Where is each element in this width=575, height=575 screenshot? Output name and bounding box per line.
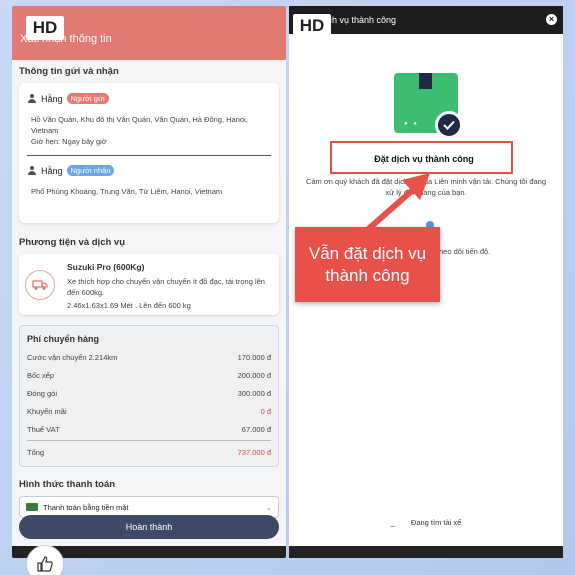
- send-receive-section-title: Thông tin gửi và nhận: [19, 66, 119, 77]
- bottom-bar: [289, 546, 563, 558]
- divider: [27, 440, 271, 441]
- left-screen: HD Xác nhận thông tin Thông tin gửi và n…: [12, 6, 286, 558]
- service-name: Suzuki Pro (600Kg): [67, 262, 145, 272]
- fee-value: 200.000 đ: [237, 370, 271, 380]
- sender-tag: Người gửi: [66, 93, 109, 104]
- payment-section-title: Hình thức thanh toán: [19, 479, 116, 490]
- payment-method-value: Thanh toán bằng tiền mặt: [43, 502, 129, 512]
- left-header: HD Xác nhận thông tin: [12, 6, 286, 60]
- service-desc: Xe thích hợp cho chuyển vận chuyển ít đồ…: [67, 277, 265, 297]
- fee-row: Bốc xếp 200.000 đ: [27, 366, 271, 384]
- address-card[interactable]: Hằng Người gửi Hồ Văn Quán, Khu đô thị V…: [19, 83, 279, 223]
- searching-driver-text: _ Đang tìm tài xế: [289, 518, 563, 527]
- chevron-down-icon: ⌄: [265, 502, 272, 512]
- fee-label: Bốc xếp: [27, 370, 55, 380]
- fee-row: Thuế VAT 67.000 đ: [27, 420, 271, 438]
- person-icon: [27, 165, 37, 176]
- success-box-icon: ● ●: [394, 73, 466, 145]
- close-icon[interactable]: ×: [546, 14, 557, 25]
- fee-label: Đóng gói: [27, 388, 58, 398]
- fee-label: Thuế VAT: [27, 424, 60, 434]
- divider: [27, 155, 271, 156]
- annotation-callout: Vẫn đặt dịch vụ thành công: [295, 227, 440, 302]
- sender-row: Hằng Người gửi: [27, 93, 271, 104]
- fee-value: 300.000 đ: [237, 388, 271, 398]
- fee-total-label: Tổng: [27, 447, 45, 457]
- receiver-tag: Người nhận: [66, 165, 115, 176]
- fee-value: 67.000 đ: [241, 424, 271, 434]
- fee-row: Khuyến mãi 0 đ: [27, 402, 271, 420]
- fee-total-row: Tổng 737.000 đ: [27, 443, 271, 461]
- searching-label: Đang tìm tài xế: [410, 518, 462, 527]
- page-title: Xác nhận thông tin: [20, 33, 112, 45]
- service-dims: 2.46x1.63x1.69 Mét . Lên đến 600 kg: [67, 301, 191, 310]
- receiver-name: Hằng: [41, 165, 63, 176]
- sender-name: Hằng: [41, 93, 63, 104]
- person-icon: [27, 93, 37, 104]
- fee-total-value: 737.000 đ: [237, 447, 271, 457]
- receiver-row: Hằng Người nhận: [27, 165, 271, 176]
- complete-button[interactable]: Hoàn thành: [19, 515, 279, 539]
- sender-address: Hồ Văn Quán, Khu đô thị Văn Quán, Văn Qu…: [31, 114, 271, 147]
- receiver-address: Phố Phùng Khoang, Trung Văn, Từ Liêm, Ha…: [31, 187, 223, 196]
- thumbs-up-icon[interactable]: [26, 545, 64, 575]
- service-section-title: Phương tiện và dịch vụ: [19, 237, 126, 248]
- sender-time: Giờ hẹn: Ngay bây giờ: [31, 137, 107, 146]
- sender-address-text: Hồ Văn Quán, Khu đô thị Văn Quán, Văn Qu…: [31, 115, 248, 135]
- fee-row: Đóng gói 300.000 đ: [27, 384, 271, 402]
- follow-progress-text: heo dõi tiến độ.: [439, 247, 491, 256]
- fee-value: 0 đ: [260, 406, 271, 416]
- truck-icon: [25, 270, 55, 300]
- loading-icon: _: [390, 518, 395, 527]
- fee-title: Phí chuyển hàng: [27, 334, 100, 344]
- fee-value: 170.000 đ: [237, 352, 271, 362]
- fee-row: Cước vận chuyển 2.214km 170.000 đ: [27, 348, 271, 366]
- fee-label: Khuyến mãi: [27, 406, 67, 416]
- cash-icon: [26, 503, 38, 511]
- fee-label: Cước vận chuyển 2.214km: [27, 352, 118, 362]
- arrow-icon: [363, 173, 430, 235]
- service-card[interactable]: Suzuki Pro (600Kg) Xe thích hợp cho chuy…: [19, 254, 279, 315]
- fee-card: Phí chuyển hàng Cước vận chuyển 2.214km …: [19, 325, 279, 467]
- hd-badge: HD: [293, 14, 331, 38]
- check-icon: [435, 111, 463, 139]
